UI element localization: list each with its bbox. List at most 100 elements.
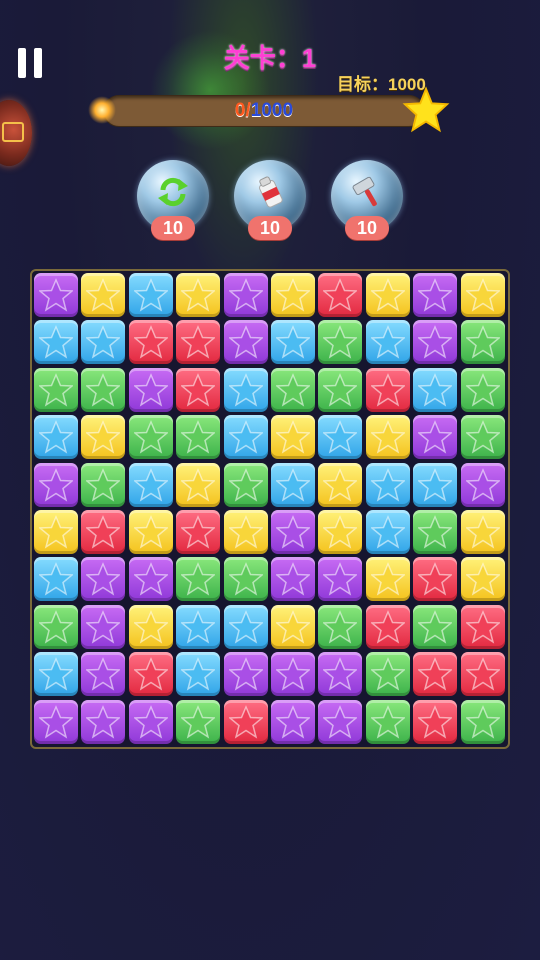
tile-yellow[interactable] bbox=[223, 510, 268, 554]
tile-blue[interactable] bbox=[34, 652, 78, 697]
tile-blue[interactable] bbox=[365, 320, 410, 365]
tile-green[interactable] bbox=[413, 604, 458, 649]
tile-blue[interactable] bbox=[413, 462, 458, 507]
tile-green[interactable] bbox=[223, 557, 268, 602]
tile-yellow[interactable] bbox=[271, 273, 315, 317]
tile-green[interactable] bbox=[81, 367, 126, 412]
tile-purple[interactable] bbox=[81, 652, 126, 697]
tile-purple[interactable] bbox=[81, 557, 126, 602]
tile-red[interactable] bbox=[223, 699, 268, 744]
tile-yellow[interactable] bbox=[365, 273, 410, 317]
tile-purple[interactable] bbox=[413, 415, 458, 460]
tile-blue[interactable] bbox=[223, 415, 268, 460]
tile-red[interactable] bbox=[413, 557, 458, 602]
tile-yellow[interactable] bbox=[176, 273, 221, 317]
booster-pop-button[interactable]: 10 bbox=[234, 160, 306, 240]
treasure-chest-icon[interactable] bbox=[0, 100, 32, 166]
tile-purple[interactable] bbox=[413, 320, 458, 365]
tile-green[interactable] bbox=[34, 604, 78, 649]
tile-purple[interactable] bbox=[460, 462, 505, 507]
tile-green[interactable] bbox=[176, 557, 221, 602]
tile-green[interactable] bbox=[460, 320, 505, 365]
tile-green[interactable] bbox=[34, 367, 78, 412]
tile-blue[interactable] bbox=[365, 462, 410, 507]
tile-red[interactable] bbox=[128, 320, 173, 365]
tile-blue[interactable] bbox=[176, 604, 221, 649]
tile-red[interactable] bbox=[176, 320, 221, 365]
tile-purple[interactable] bbox=[223, 320, 268, 365]
tile-red[interactable] bbox=[176, 510, 221, 554]
tile-yellow[interactable] bbox=[460, 273, 505, 317]
tile-blue[interactable] bbox=[128, 273, 173, 317]
tile-blue[interactable] bbox=[128, 462, 173, 507]
tile-red[interactable] bbox=[413, 652, 458, 697]
tile-purple[interactable] bbox=[128, 699, 173, 744]
tile-blue[interactable] bbox=[34, 320, 78, 365]
tile-red[interactable] bbox=[81, 510, 126, 554]
tile-purple[interactable] bbox=[34, 699, 78, 744]
tile-yellow[interactable] bbox=[176, 462, 221, 507]
tile-red[interactable] bbox=[176, 367, 221, 412]
tile-yellow[interactable] bbox=[318, 510, 363, 554]
tile-green[interactable] bbox=[318, 320, 363, 365]
tile-red[interactable] bbox=[365, 367, 410, 412]
tile-green[interactable] bbox=[318, 604, 363, 649]
tile-blue[interactable] bbox=[318, 415, 363, 460]
tile-red[interactable] bbox=[365, 604, 410, 649]
tile-yellow[interactable] bbox=[34, 510, 78, 554]
tile-red[interactable] bbox=[413, 699, 458, 744]
tile-green[interactable] bbox=[271, 367, 315, 412]
tile-yellow[interactable] bbox=[460, 510, 505, 554]
tile-green[interactable] bbox=[413, 510, 458, 554]
tile-green[interactable] bbox=[223, 462, 268, 507]
tile-purple[interactable] bbox=[318, 557, 363, 602]
tile-purple[interactable] bbox=[81, 604, 126, 649]
tile-blue[interactable] bbox=[271, 462, 315, 507]
tile-green[interactable] bbox=[365, 652, 410, 697]
tile-blue[interactable] bbox=[271, 320, 315, 365]
tile-purple[interactable] bbox=[128, 557, 173, 602]
tile-purple[interactable] bbox=[223, 273, 268, 317]
tile-yellow[interactable] bbox=[128, 604, 173, 649]
tile-yellow[interactable] bbox=[365, 557, 410, 602]
tile-red[interactable] bbox=[318, 273, 363, 317]
tile-green[interactable] bbox=[81, 462, 126, 507]
tile-purple[interactable] bbox=[34, 273, 78, 317]
tile-blue[interactable] bbox=[223, 604, 268, 649]
tile-green[interactable] bbox=[460, 367, 505, 412]
tile-purple[interactable] bbox=[34, 462, 78, 507]
tile-yellow[interactable] bbox=[81, 273, 126, 317]
tile-purple[interactable] bbox=[271, 557, 315, 602]
tile-green[interactable] bbox=[176, 415, 221, 460]
tile-purple[interactable] bbox=[271, 699, 315, 744]
tile-green[interactable] bbox=[460, 699, 505, 744]
booster-hammer-button[interactable]: 10 bbox=[331, 160, 403, 240]
tile-yellow[interactable] bbox=[271, 604, 315, 649]
tile-blue[interactable] bbox=[81, 320, 126, 365]
tile-blue[interactable] bbox=[223, 367, 268, 412]
tile-purple[interactable] bbox=[128, 367, 173, 412]
tile-purple[interactable] bbox=[81, 699, 126, 744]
tile-blue[interactable] bbox=[413, 367, 458, 412]
tile-purple[interactable] bbox=[318, 699, 363, 744]
tile-yellow[interactable] bbox=[271, 415, 315, 460]
tile-blue[interactable] bbox=[176, 652, 221, 697]
tile-red[interactable] bbox=[460, 652, 505, 697]
tile-yellow[interactable] bbox=[365, 415, 410, 460]
tile-yellow[interactable] bbox=[460, 557, 505, 602]
tile-purple[interactable] bbox=[318, 652, 363, 697]
tile-purple[interactable] bbox=[271, 652, 315, 697]
tile-green[interactable] bbox=[460, 415, 505, 460]
tile-purple[interactable] bbox=[271, 510, 315, 554]
tile-blue[interactable] bbox=[365, 510, 410, 554]
tile-red[interactable] bbox=[460, 604, 505, 649]
tile-purple[interactable] bbox=[223, 652, 268, 697]
tile-yellow[interactable] bbox=[128, 510, 173, 554]
tile-green[interactable] bbox=[365, 699, 410, 744]
tile-green[interactable] bbox=[128, 415, 173, 460]
tile-blue[interactable] bbox=[34, 557, 78, 602]
booster-refresh-button[interactable]: 10 bbox=[137, 160, 209, 240]
tile-blue[interactable] bbox=[34, 415, 78, 460]
tile-red[interactable] bbox=[128, 652, 173, 697]
tile-yellow[interactable] bbox=[81, 415, 126, 460]
